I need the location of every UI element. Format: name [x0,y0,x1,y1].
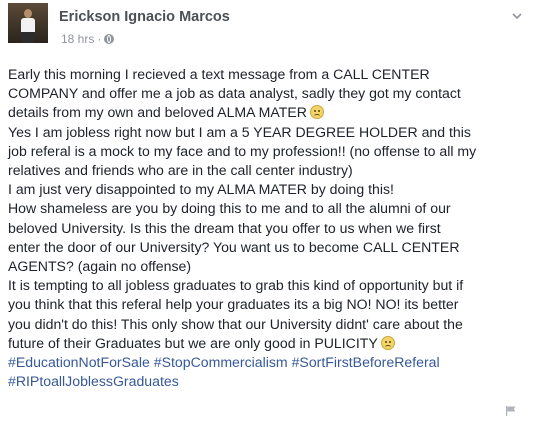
post-line: details from my own and beloved ALMA MAT… [8,103,528,122]
post-line: I am just very disappointed to my ALMA M… [8,181,394,198]
avatar-figure-legs [22,32,34,43]
hashtag-link[interactable]: #EducationNotForSale [8,354,150,370]
post-line: you didn't do this! This only show that … [8,315,463,332]
avatar[interactable] [8,3,48,43]
post-body: Early this morning I recieved a text mes… [8,65,528,391]
hashtag-link[interactable]: #RIPtoallJoblessGraduates [8,373,179,389]
facebook-post: Erickson Ignacio Marcos 18 hrs · Early th… [0,0,533,428]
post-line: It is tempting to all jobless graduates … [8,277,464,294]
post-meta: 18 hrs · [61,32,115,46]
chevron-down-icon[interactable] [512,11,522,21]
hashtag-link[interactable]: #StopCommercialism [154,354,288,370]
post-header: Erickson Ignacio Marcos 18 hrs · [8,3,528,51]
avatar-figure-body [21,18,35,32]
post-line: AGENTS? (again no offense) [8,258,192,275]
post-line: Yes I am jobless right now but I am a 5 … [8,123,471,140]
post-line: future of their Graduates but we are onl… [8,334,528,353]
author-name[interactable]: Erickson Ignacio Marcos [59,9,230,25]
post-line: How shameless are you by doing this to m… [8,200,451,217]
post-line: COMPANY and offer me a job as data analy… [8,85,461,102]
post-line: beloved University. Is this the dream th… [8,219,441,236]
flag-icon[interactable] [505,405,517,416]
frowning-face-emoji-icon [380,335,395,350]
post-line: you think that this referal help your gr… [8,296,459,313]
hashtag-line: #EducationNotForSale #StopCommercialism … [8,353,528,372]
post-line: job referal is a mock to my face and to … [8,142,477,159]
avatar-figure-head [24,9,32,18]
hashtag-link[interactable]: #SortFirstBeforeReferal [292,354,440,370]
timestamp[interactable]: 18 hrs [61,32,94,46]
post-line: enter the door of our University? You wa… [8,238,460,255]
post-line: relatives and friends who are in the cal… [8,162,353,179]
post-line: Early this morning I recieved a text mes… [8,66,430,82]
meta-separator: · [97,32,102,46]
hashtag-line: #RIPtoallJoblessGraduates [8,372,528,391]
globe-icon[interactable] [104,34,115,44]
frowning-face-emoji-icon [309,105,324,120]
